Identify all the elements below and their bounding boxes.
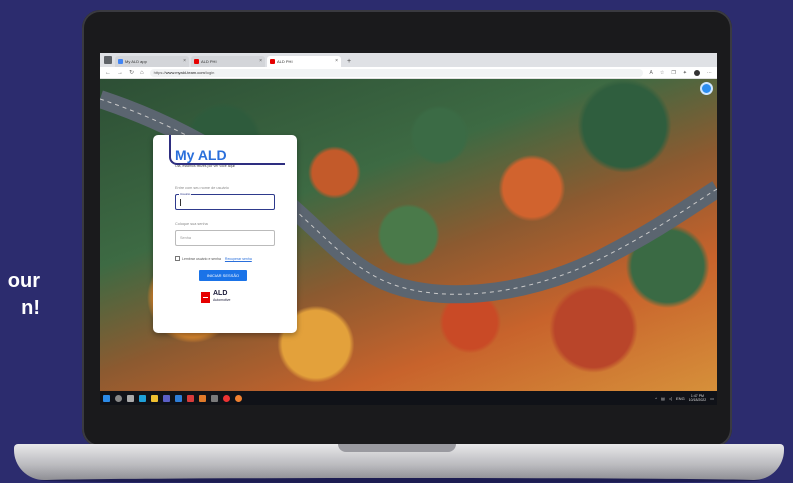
password-placeholder: Senha — [180, 236, 191, 240]
browser-address-bar: ← → ↻ ⌂ https:// www.myald-team.com /log… — [100, 67, 717, 79]
font-size-icon[interactable]: A — [649, 70, 652, 76]
app-gray-icon[interactable] — [211, 394, 218, 402]
home-icon[interactable]: ⌂ — [140, 70, 144, 76]
notifications-icon[interactable]: ▭ — [710, 396, 714, 401]
task-view-icon[interactable] — [127, 394, 134, 402]
laptop-shadow — [40, 478, 760, 483]
tab-label: ALD PHI — [201, 59, 217, 64]
help-chat-button[interactable] — [700, 82, 713, 95]
browser-tab-2[interactable]: ALD PHI × — [191, 56, 265, 67]
login-title: My ALD — [175, 147, 227, 163]
promo-text: our n! — [0, 268, 40, 322]
laptop-notch — [338, 444, 456, 452]
tab-label: My ALD app — [125, 59, 147, 64]
edge-browser-icon[interactable] — [139, 394, 146, 402]
ald-logo-text: ALD Automotive — [213, 290, 231, 303]
laptop-screen: My ALD app × ALD PHI × ALD PHI × + ← → ↻… — [100, 53, 717, 405]
search-icon[interactable] — [115, 394, 122, 402]
outlook-icon[interactable] — [175, 394, 182, 402]
browser-tab-strip: My ALD app × ALD PHI × ALD PHI × + — [100, 53, 717, 67]
app-orange-icon[interactable] — [199, 394, 206, 402]
ald-logo: ALD Automotive — [201, 290, 285, 303]
favorite-star-icon[interactable]: ☆ — [660, 70, 664, 76]
profile-avatar-icon[interactable] — [694, 69, 700, 76]
browser-tab-1[interactable]: My ALD app × — [115, 56, 189, 67]
url-host: www.myald-team.com — [165, 70, 205, 75]
username-label: Entre com seu nome de usuário — [175, 186, 229, 190]
text-caret — [180, 199, 181, 206]
remember-label: Lembrar usuário e senha — [182, 256, 221, 261]
app-red-icon[interactable] — [187, 394, 194, 402]
ald-brand-subtitle: Automotive — [213, 298, 231, 302]
tab-close-icon[interactable]: × — [259, 58, 262, 64]
tab-favicon-icon — [194, 59, 199, 64]
windows-start-icon[interactable] — [103, 394, 110, 402]
ald-logo-icon — [201, 291, 210, 303]
username-float-label: Usuário — [179, 192, 192, 196]
firefox-icon[interactable] — [235, 394, 242, 402]
forward-icon[interactable]: → — [117, 70, 123, 76]
password-input[interactable]: Senha — [175, 230, 275, 246]
reload-icon[interactable]: ↻ — [129, 69, 134, 76]
language-indicator[interactable]: ENG — [676, 396, 685, 401]
more-options-icon[interactable]: ⋯ — [707, 70, 712, 76]
network-icon[interactable]: ▤ — [661, 396, 665, 401]
remember-row: Lembrar usuário e senha Recuperar senha — [175, 256, 285, 261]
url-path: /login — [204, 70, 215, 75]
tray-chevron-icon[interactable]: ^ — [655, 396, 657, 401]
tab-close-icon[interactable]: × — [183, 58, 186, 64]
system-tray: ^ ▤ ◁ ENG 1:47 PM 10/18/2022 ▭ — [655, 394, 714, 402]
url-prefix: https:// — [153, 70, 166, 75]
volume-icon[interactable]: ◁ — [669, 396, 672, 401]
username-input[interactable]: Usuário — [175, 192, 275, 210]
password-label: Coloque sua senha — [175, 222, 208, 226]
tab-favicon-icon — [118, 59, 123, 64]
app-record-icon[interactable] — [223, 394, 230, 402]
tab-favicon-icon — [270, 59, 275, 64]
promo-line-1: our — [7, 270, 40, 292]
windows-taskbar: ^ ▤ ◁ ENG 1:47 PM 10/18/2022 ▭ — [100, 391, 717, 405]
remember-checkbox[interactable] — [175, 256, 180, 261]
url-input[interactable]: https:// www.myald-team.com /login — [149, 68, 644, 77]
browser-toolbar-icons: A ☆ ❐ ✦ ⋯ — [649, 69, 712, 76]
file-explorer-icon[interactable] — [151, 394, 158, 402]
login-card: My ALD Olá, estamos felizes por ver você… — [153, 135, 297, 333]
recover-password-link[interactable]: Recuperar senha — [225, 257, 252, 261]
tab-close-icon[interactable]: × — [335, 58, 338, 64]
login-submit-button[interactable]: INICIAR SESSÃO — [199, 270, 247, 281]
card-accent-line — [177, 163, 285, 165]
promo-line-2: n! — [21, 297, 40, 319]
taskbar-clock[interactable]: 1:47 PM 10/18/2022 — [689, 394, 707, 402]
clock-date: 10/18/2022 — [688, 398, 707, 402]
browser-tab-3[interactable]: ALD PHI × — [267, 56, 341, 67]
window-menu-icon[interactable] — [104, 56, 112, 64]
extensions-icon[interactable]: ✦ — [683, 70, 687, 76]
page-background-forest: My ALD Olá, estamos felizes por ver você… — [100, 79, 717, 391]
new-tab-button[interactable]: + — [347, 58, 351, 65]
collections-icon[interactable]: ❐ — [671, 70, 675, 76]
back-icon[interactable]: ← — [105, 70, 111, 76]
card-accent-bracket — [169, 135, 177, 165]
tab-label: ALD PHI — [277, 59, 293, 64]
teams-icon[interactable] — [163, 394, 170, 402]
